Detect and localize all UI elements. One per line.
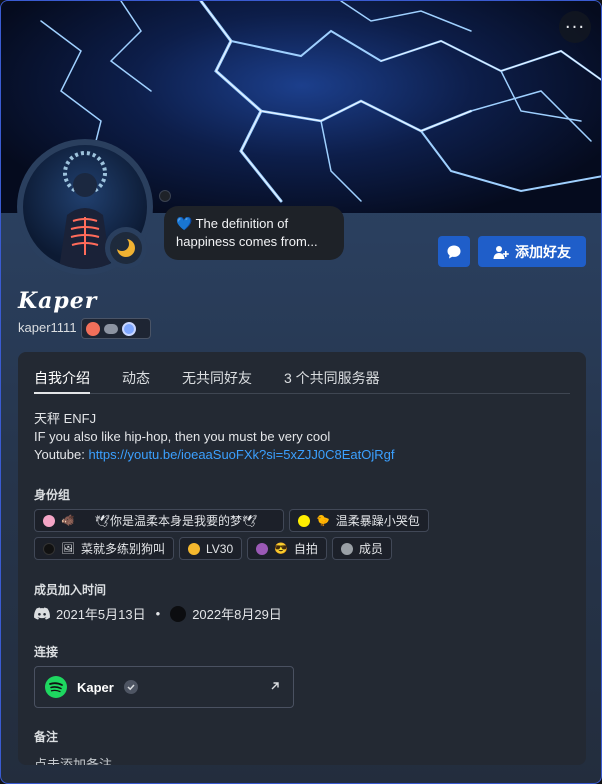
role-emoji: 🖼	[61, 543, 75, 555]
role-chip[interactable]: 🐗 🕊你是温柔本身是我要的梦🕊	[34, 509, 284, 532]
about-me-text: 天秤 ENFJ IF you also like hip-hop, then y…	[34, 410, 395, 464]
heart-icon: 💙	[176, 216, 193, 231]
toggle-badge-icon[interactable]	[104, 323, 118, 334]
idle-moon-icon	[115, 237, 135, 257]
role-color-dot	[340, 542, 353, 555]
role-chip[interactable]: 🖼 菜就多练别狗叫	[34, 537, 174, 560]
add-friend-label: 添加好友	[515, 244, 571, 261]
server-join-date: 2022年8月29日	[192, 607, 282, 622]
profile-info-card: 自我介绍 动态 无共同好友 3 个共同服务器 天秤 ENFJ IF you al…	[18, 352, 586, 765]
member-since-title: 成员加入时间	[34, 583, 107, 597]
role-label: 温柔暴躁小哭包	[335, 514, 420, 528]
custom-status-text: The definition of happiness comes from..…	[176, 216, 318, 249]
profile-tabs: 自我介绍 动态 无共同好友 3 个共同服务器	[34, 364, 570, 394]
about-line-3: Youtube: https://youtu.be/ioeaaSuoFXk?si…	[34, 446, 395, 464]
role-color-dot	[256, 542, 269, 555]
role-label: 菜就多练别狗叫	[80, 542, 165, 556]
profile-badges	[81, 318, 151, 339]
roles-title: 身份组	[34, 488, 71, 502]
tab-activity[interactable]: 动态	[122, 364, 150, 394]
chat-bubble-icon	[447, 245, 461, 258]
role-emoji: 🐗	[61, 515, 75, 527]
discord-logo-icon	[34, 607, 50, 620]
discord-join-date: 2021年5月13日	[56, 607, 146, 622]
role-label: LV30	[205, 541, 234, 556]
role-chip[interactable]: 成员	[331, 537, 392, 560]
member-since-dates: 2021年5月13日 • 2022年8月29日	[34, 604, 282, 623]
role-color-dot	[298, 514, 310, 527]
status-bubble-tail	[159, 190, 171, 202]
connections-title: 连接	[34, 645, 59, 659]
role-emoji: 🐤	[316, 515, 330, 527]
youtube-label: Youtube:	[34, 447, 89, 462]
tab-mutual-friends[interactable]: 无共同好友	[182, 364, 252, 394]
connection-name: Kaper	[77, 679, 114, 695]
note-title: 备注	[34, 730, 59, 744]
add-user-icon	[493, 245, 509, 259]
note-input[interactable]: 点击添加备注	[34, 754, 112, 765]
about-line-2: IF you also like hip-hop, then you must …	[34, 429, 331, 444]
boost-badge-icon[interactable]	[122, 321, 136, 336]
role-chip[interactable]: LV30	[178, 537, 243, 560]
status-indicator	[105, 227, 147, 269]
profile-popout: ··· 💙 The definition of happiness comes …	[0, 0, 602, 784]
tab-mutual-servers[interactable]: 3 个共同服务器	[284, 364, 380, 394]
username: kaper1111	[18, 320, 77, 335]
send-message-button[interactable]	[438, 236, 470, 267]
check-icon	[123, 680, 138, 694]
youtube-link[interactable]: https://youtu.be/ioeaaSuoFXk?si=5xZJJ0C8…	[88, 447, 394, 462]
about-line-1: 天秤 ENFJ	[34, 411, 97, 426]
server-icon	[170, 605, 187, 622]
role-chip[interactable]: 🐤 温柔暴躁小哭包	[289, 509, 429, 532]
nitro-badge-icon[interactable]	[86, 321, 100, 336]
add-friend-button[interactable]: 添加好友	[478, 236, 586, 267]
role-chip[interactable]: 😎 自拍	[247, 537, 327, 560]
role-emoji: 😎	[274, 543, 288, 555]
more-options-button[interactable]: ···	[559, 11, 591, 43]
spotify-connection[interactable]: Kaper	[34, 666, 294, 708]
date-separator: •	[155, 606, 161, 621]
tab-about-me[interactable]: 自我介绍	[34, 364, 90, 394]
role-color-dot	[187, 542, 200, 555]
spotify-icon	[45, 676, 67, 698]
role-color-dot	[43, 542, 55, 555]
role-color-dot	[43, 514, 55, 527]
custom-status-bubble[interactable]: 💙 The definition of happiness comes from…	[164, 206, 344, 260]
role-label: 成员	[358, 542, 383, 556]
display-name: Kaper	[18, 288, 98, 314]
role-label: 自拍	[293, 542, 318, 556]
arrow-up-right-icon[interactable]	[269, 679, 281, 697]
roles-list: 🐗 🕊你是温柔本身是我要的梦🕊 🐤 温柔暴躁小哭包 🖼 菜就多练别狗叫 LV30…	[34, 509, 574, 565]
role-label: 🕊你是温柔本身是我要的梦🕊	[94, 514, 258, 528]
